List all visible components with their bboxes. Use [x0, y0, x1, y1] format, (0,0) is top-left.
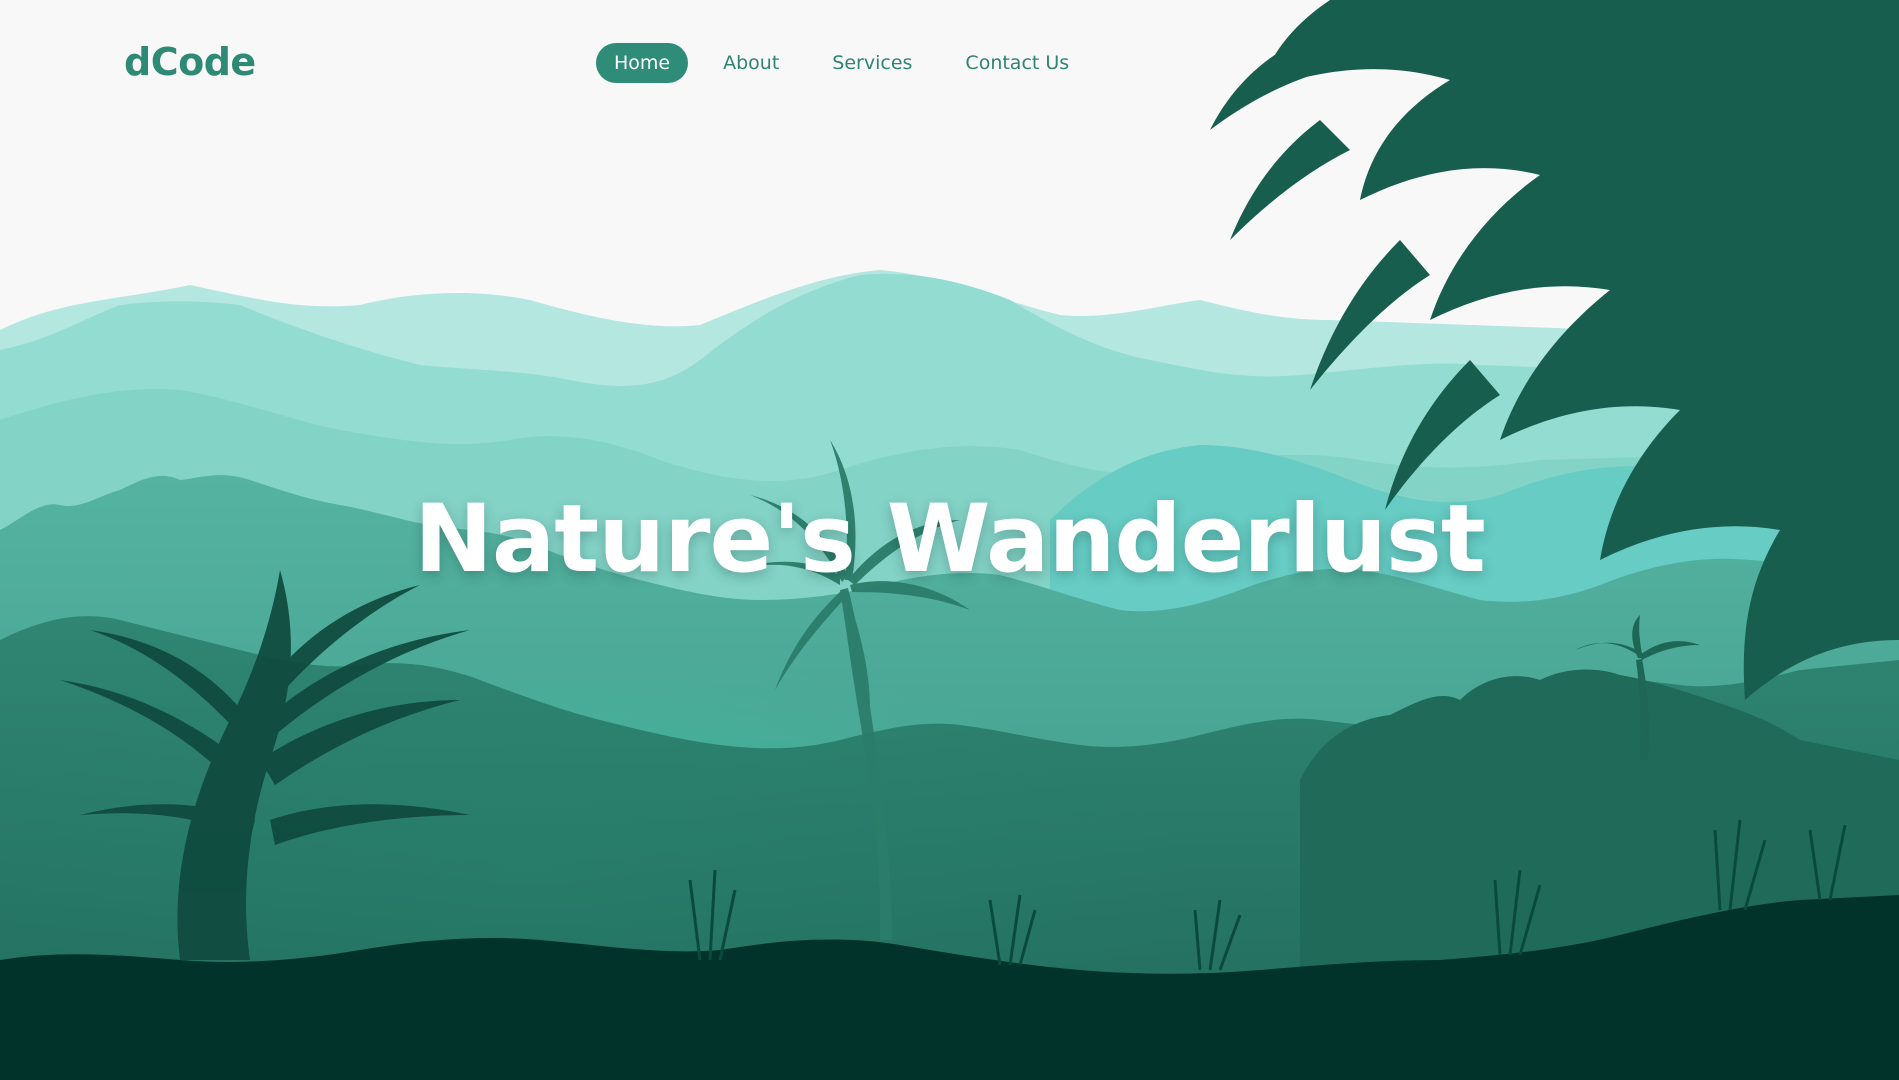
site-header: dCode Home About Services Contact Us: [0, 0, 1899, 130]
main-nav: Home About Services Contact Us: [596, 43, 1104, 83]
nav-link-services[interactable]: Services: [814, 43, 930, 83]
landing-page: dCode Home About Services Contact Us Nat…: [0, 0, 1899, 1080]
nav-link-home[interactable]: Home: [596, 43, 689, 83]
nav-link-about[interactable]: About: [705, 43, 797, 83]
nav-link-contact-us[interactable]: Contact Us: [947, 43, 1087, 83]
hero-title: Nature's Wanderlust: [414, 485, 1486, 594]
brand-logo[interactable]: dCode: [124, 40, 256, 84]
